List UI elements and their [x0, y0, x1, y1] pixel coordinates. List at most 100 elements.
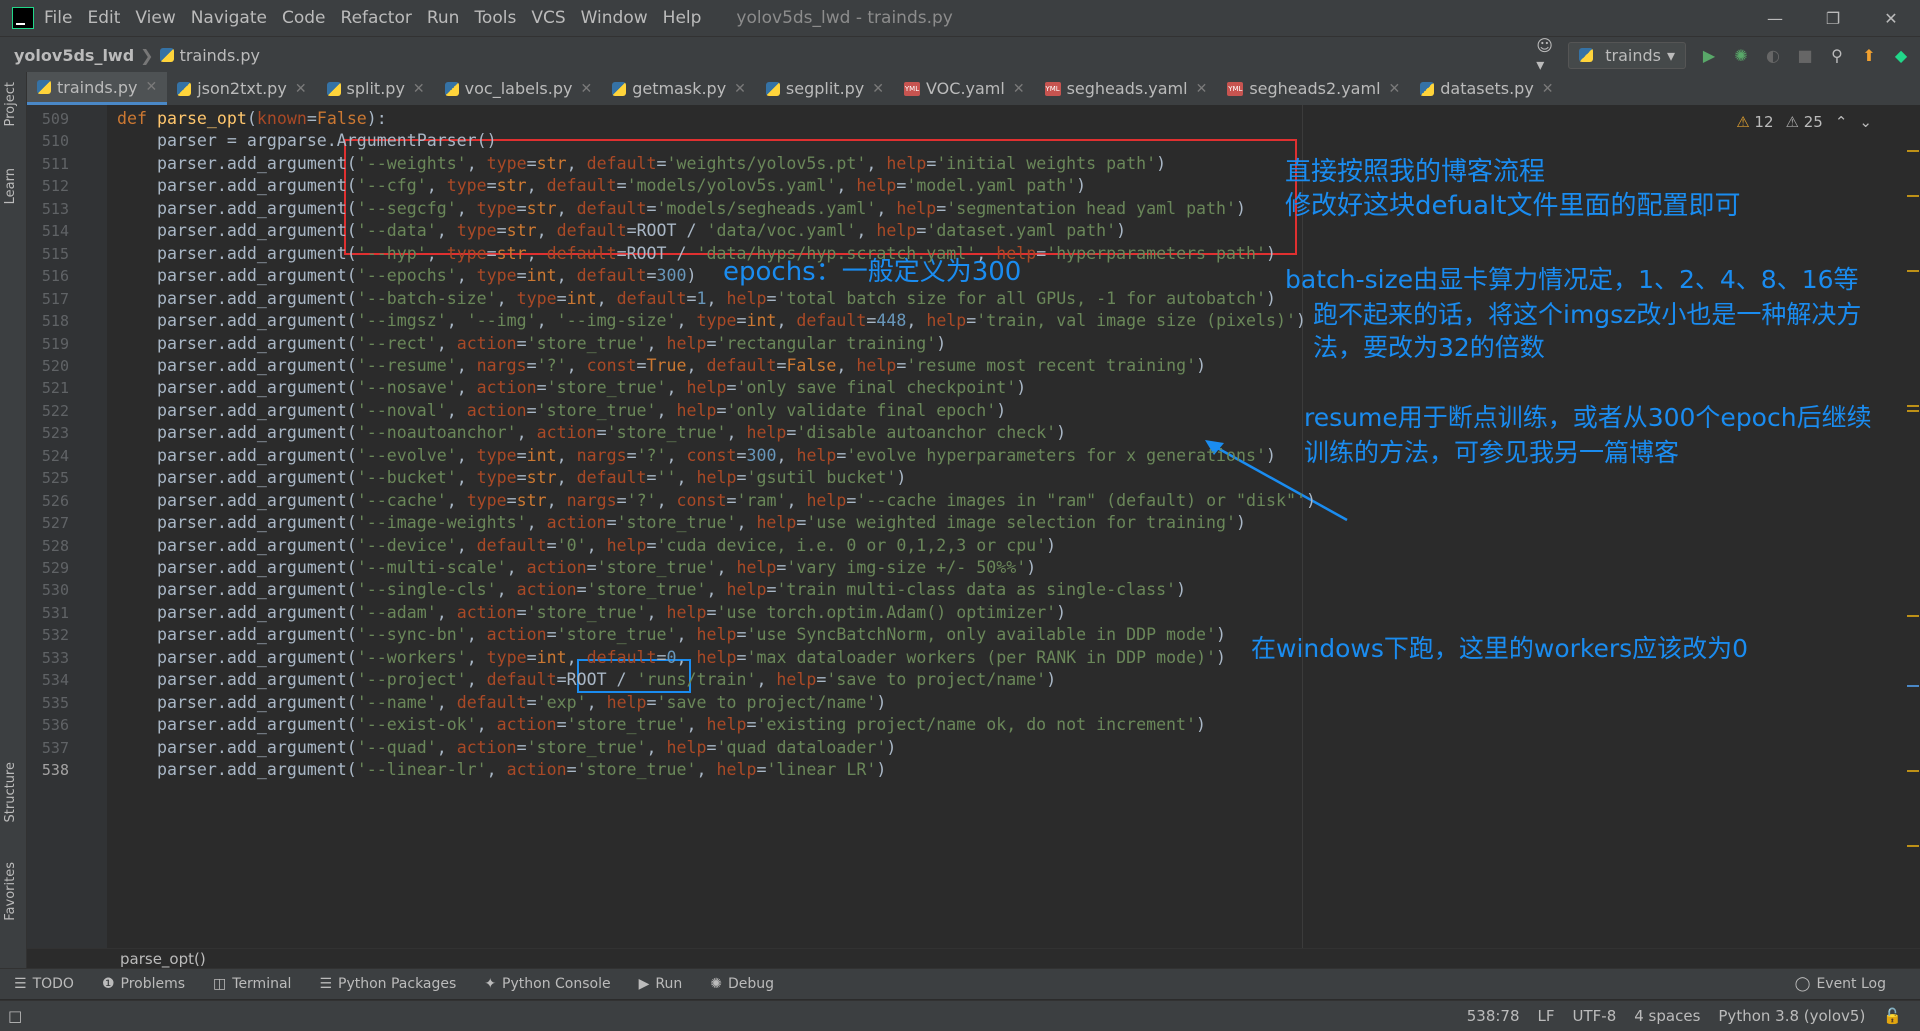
code-line[interactable]: parser.add_argument('--data', type=str, …	[117, 220, 1126, 242]
tab-close-icon[interactable]: ✕	[1196, 81, 1208, 97]
python-interpreter[interactable]: Python 3.8 (yolov5)	[1718, 1007, 1865, 1025]
line-separator[interactable]: LF	[1538, 1007, 1555, 1025]
python-console-tool-button[interactable]: ✦ Python Console	[484, 976, 610, 992]
code-line[interactable]: parser.add_argument('--rect', action='st…	[117, 333, 946, 355]
python-packages-tool-button[interactable]: ☰ Python Packages	[319, 976, 456, 992]
caret-position[interactable]: 538:78	[1467, 1007, 1520, 1025]
function-breadcrumb[interactable]: parse_opt()	[120, 948, 206, 970]
lock-icon[interactable]: 🔓	[1883, 1007, 1902, 1025]
jetbrains-icon[interactable]: ◆	[1892, 46, 1910, 65]
menu-window[interactable]: Window	[581, 8, 648, 28]
editor-tab[interactable]: segplit.py ✕	[756, 72, 894, 105]
code-line[interactable]: parser.add_argument('--single-cls', acti…	[117, 579, 1186, 601]
code-line[interactable]: parser.add_argument('--weights', type=st…	[117, 153, 1166, 175]
problems-tool-button[interactable]: ❶ Problems	[102, 976, 185, 992]
code-line[interactable]: def parse_opt(known=False):	[117, 108, 387, 130]
code-line[interactable]: parser.add_argument('--noval', action='s…	[117, 400, 1006, 422]
menu-file[interactable]: File	[44, 8, 72, 28]
minimize-icon[interactable]: —	[1746, 0, 1804, 36]
user-icon[interactable]: ☺▾	[1536, 36, 1554, 74]
menu-run[interactable]: Run	[427, 8, 460, 28]
editor-tab[interactable]: trainds.py ✕	[27, 72, 168, 105]
code-line[interactable]: parser.add_argument('--cache', type=str,…	[117, 490, 1316, 512]
editor-tab[interactable]: json2txt.py ✕	[167, 72, 316, 105]
run-config-select[interactable]: trainds ▾	[1568, 41, 1686, 69]
editor-tab[interactable]: datasets.py ✕	[1410, 72, 1563, 105]
debug-tool-button[interactable]: ✺ Debug	[710, 976, 774, 992]
tab-close-icon[interactable]: ✕	[1389, 81, 1401, 97]
update-icon[interactable]: ⬆	[1860, 46, 1878, 65]
tab-close-icon[interactable]: ✕	[295, 81, 307, 97]
terminal-tool-button[interactable]: ◫ Terminal	[213, 976, 291, 992]
file-encoding[interactable]: UTF-8	[1573, 1007, 1617, 1025]
stop-icon[interactable]: ■	[1796, 46, 1814, 65]
code-line[interactable]: parser.add_argument('--linear-lr', actio…	[117, 759, 886, 781]
code-line[interactable]: parser.add_argument('--multi-scale', act…	[117, 557, 1036, 579]
code-line[interactable]: parser.add_argument('--hyp', type=str, d…	[117, 243, 1276, 265]
code-line[interactable]: parser.add_argument('--cfg', type=str, d…	[117, 175, 1086, 197]
code-line[interactable]: parser.add_argument('--imgsz', '--img', …	[117, 310, 1306, 332]
tab-close-icon[interactable]: ✕	[872, 81, 884, 97]
todo-tool-button[interactable]: ☰ TODO	[14, 976, 74, 992]
close-icon[interactable]: ✕	[1862, 0, 1920, 36]
coverage-icon[interactable]: ◐	[1764, 46, 1782, 65]
tab-close-icon[interactable]: ✕	[1013, 81, 1025, 97]
code-line[interactable]: parser.add_argument('--name', default='e…	[117, 692, 886, 714]
indent-setting[interactable]: 4 spaces	[1634, 1007, 1700, 1025]
code-line[interactable]: parser.add_argument('--image-weights', a…	[117, 512, 1246, 534]
code-line[interactable]: parser.add_argument('--device', default=…	[117, 535, 1056, 557]
code-line[interactable]: parser.add_argument('--noautoanchor', ac…	[117, 422, 1066, 444]
menu-code[interactable]: Code	[282, 8, 326, 28]
code-line[interactable]: parser.add_argument('--segcfg', type=str…	[117, 198, 1246, 220]
tab-close-icon[interactable]: ✕	[413, 81, 425, 97]
event-log-button[interactable]: ◯ Event Log	[1795, 976, 1886, 992]
project-tool-button[interactable]: Project	[3, 82, 18, 126]
code-line[interactable]: parser.add_argument('--epochs', type=int…	[117, 265, 697, 287]
menu-refactor[interactable]: Refactor	[341, 8, 412, 28]
menu-view[interactable]: View	[135, 8, 175, 28]
menu-tools[interactable]: Tools	[474, 8, 516, 28]
code-line[interactable]: parser.add_argument('--workers', type=in…	[117, 647, 1226, 669]
structure-tool-button[interactable]: Structure	[3, 762, 18, 822]
breadcrumb-file[interactable]: trainds.py	[159, 46, 260, 65]
code-line[interactable]: parser.add_argument('--quad', action='st…	[117, 737, 896, 759]
code-line[interactable]: parser.add_argument('--nosave', action='…	[117, 377, 1026, 399]
scrollbar-markers[interactable]	[1906, 105, 1920, 948]
code-line[interactable]: parser.add_argument('--batch-size', type…	[117, 288, 1276, 310]
code-line[interactable]: parser.add_argument('--project', default…	[117, 669, 1056, 691]
editor-tab[interactable]: voc_labels.py ✕	[435, 72, 603, 105]
tab-close-icon[interactable]: ✕	[580, 81, 592, 97]
breadcrumb-project[interactable]: yolov5ds_lwd	[14, 46, 134, 65]
editor-tab[interactable]: split.py ✕	[317, 72, 435, 105]
run-icon[interactable]: ▶	[1700, 46, 1718, 65]
restore-icon[interactable]: ❐	[1804, 0, 1862, 36]
tab-close-icon[interactable]: ✕	[1542, 81, 1554, 97]
code-line[interactable]: parser.add_argument('--bucket', type=str…	[117, 467, 906, 489]
code-editor[interactable]: ⚠ 12 ⚠ 25 ⌃ ⌄ 直接按照我的博客流程 修改好这块defualt文件里…	[27, 105, 1920, 948]
code-line[interactable]: parser = argparse.ArgumentParser()	[117, 130, 497, 152]
tab-close-icon[interactable]: ✕	[145, 79, 157, 95]
chevron-down-icon[interactable]: ⌄	[1859, 113, 1872, 131]
editor-tab[interactable]: YML segheads.yaml ✕	[1035, 72, 1218, 105]
chevron-up-icon[interactable]: ⌃	[1835, 113, 1848, 131]
search-icon[interactable]: ⚲	[1828, 46, 1846, 65]
learn-tool-button[interactable]: Learn	[3, 168, 18, 204]
code-line[interactable]: parser.add_argument('--evolve', type=int…	[117, 445, 1276, 467]
editor-tab[interactable]: YML segheads2.yaml ✕	[1217, 72, 1410, 105]
menu-edit[interactable]: Edit	[87, 8, 120, 28]
editor-tab[interactable]: YML VOC.yaml ✕	[894, 72, 1035, 105]
code-line[interactable]: parser.add_argument('--adam', action='st…	[117, 602, 1066, 624]
tab-close-icon[interactable]: ✕	[734, 81, 746, 97]
code-line[interactable]: parser.add_argument('--resume', nargs='?…	[117, 355, 1206, 377]
menu-help[interactable]: Help	[663, 8, 702, 28]
inspection-widget[interactable]: ⚠ 12 ⚠ 25 ⌃ ⌄	[1736, 113, 1872, 131]
run-tool-button[interactable]: ▶ Run	[639, 976, 683, 992]
editor-tab[interactable]: getmask.py ✕	[602, 72, 756, 105]
menu-navigate[interactable]: Navigate	[191, 8, 267, 28]
debug-icon[interactable]: ✺	[1732, 46, 1750, 65]
code-line[interactable]: parser.add_argument('--sync-bn', action=…	[117, 624, 1226, 646]
favorites-tool-button[interactable]: Favorites	[3, 862, 18, 921]
menu-vcs[interactable]: VCS	[531, 8, 565, 28]
code-line[interactable]: parser.add_argument('--exist-ok', action…	[117, 714, 1206, 736]
tool-windows-toggle-icon[interactable]: □	[8, 1007, 22, 1025]
